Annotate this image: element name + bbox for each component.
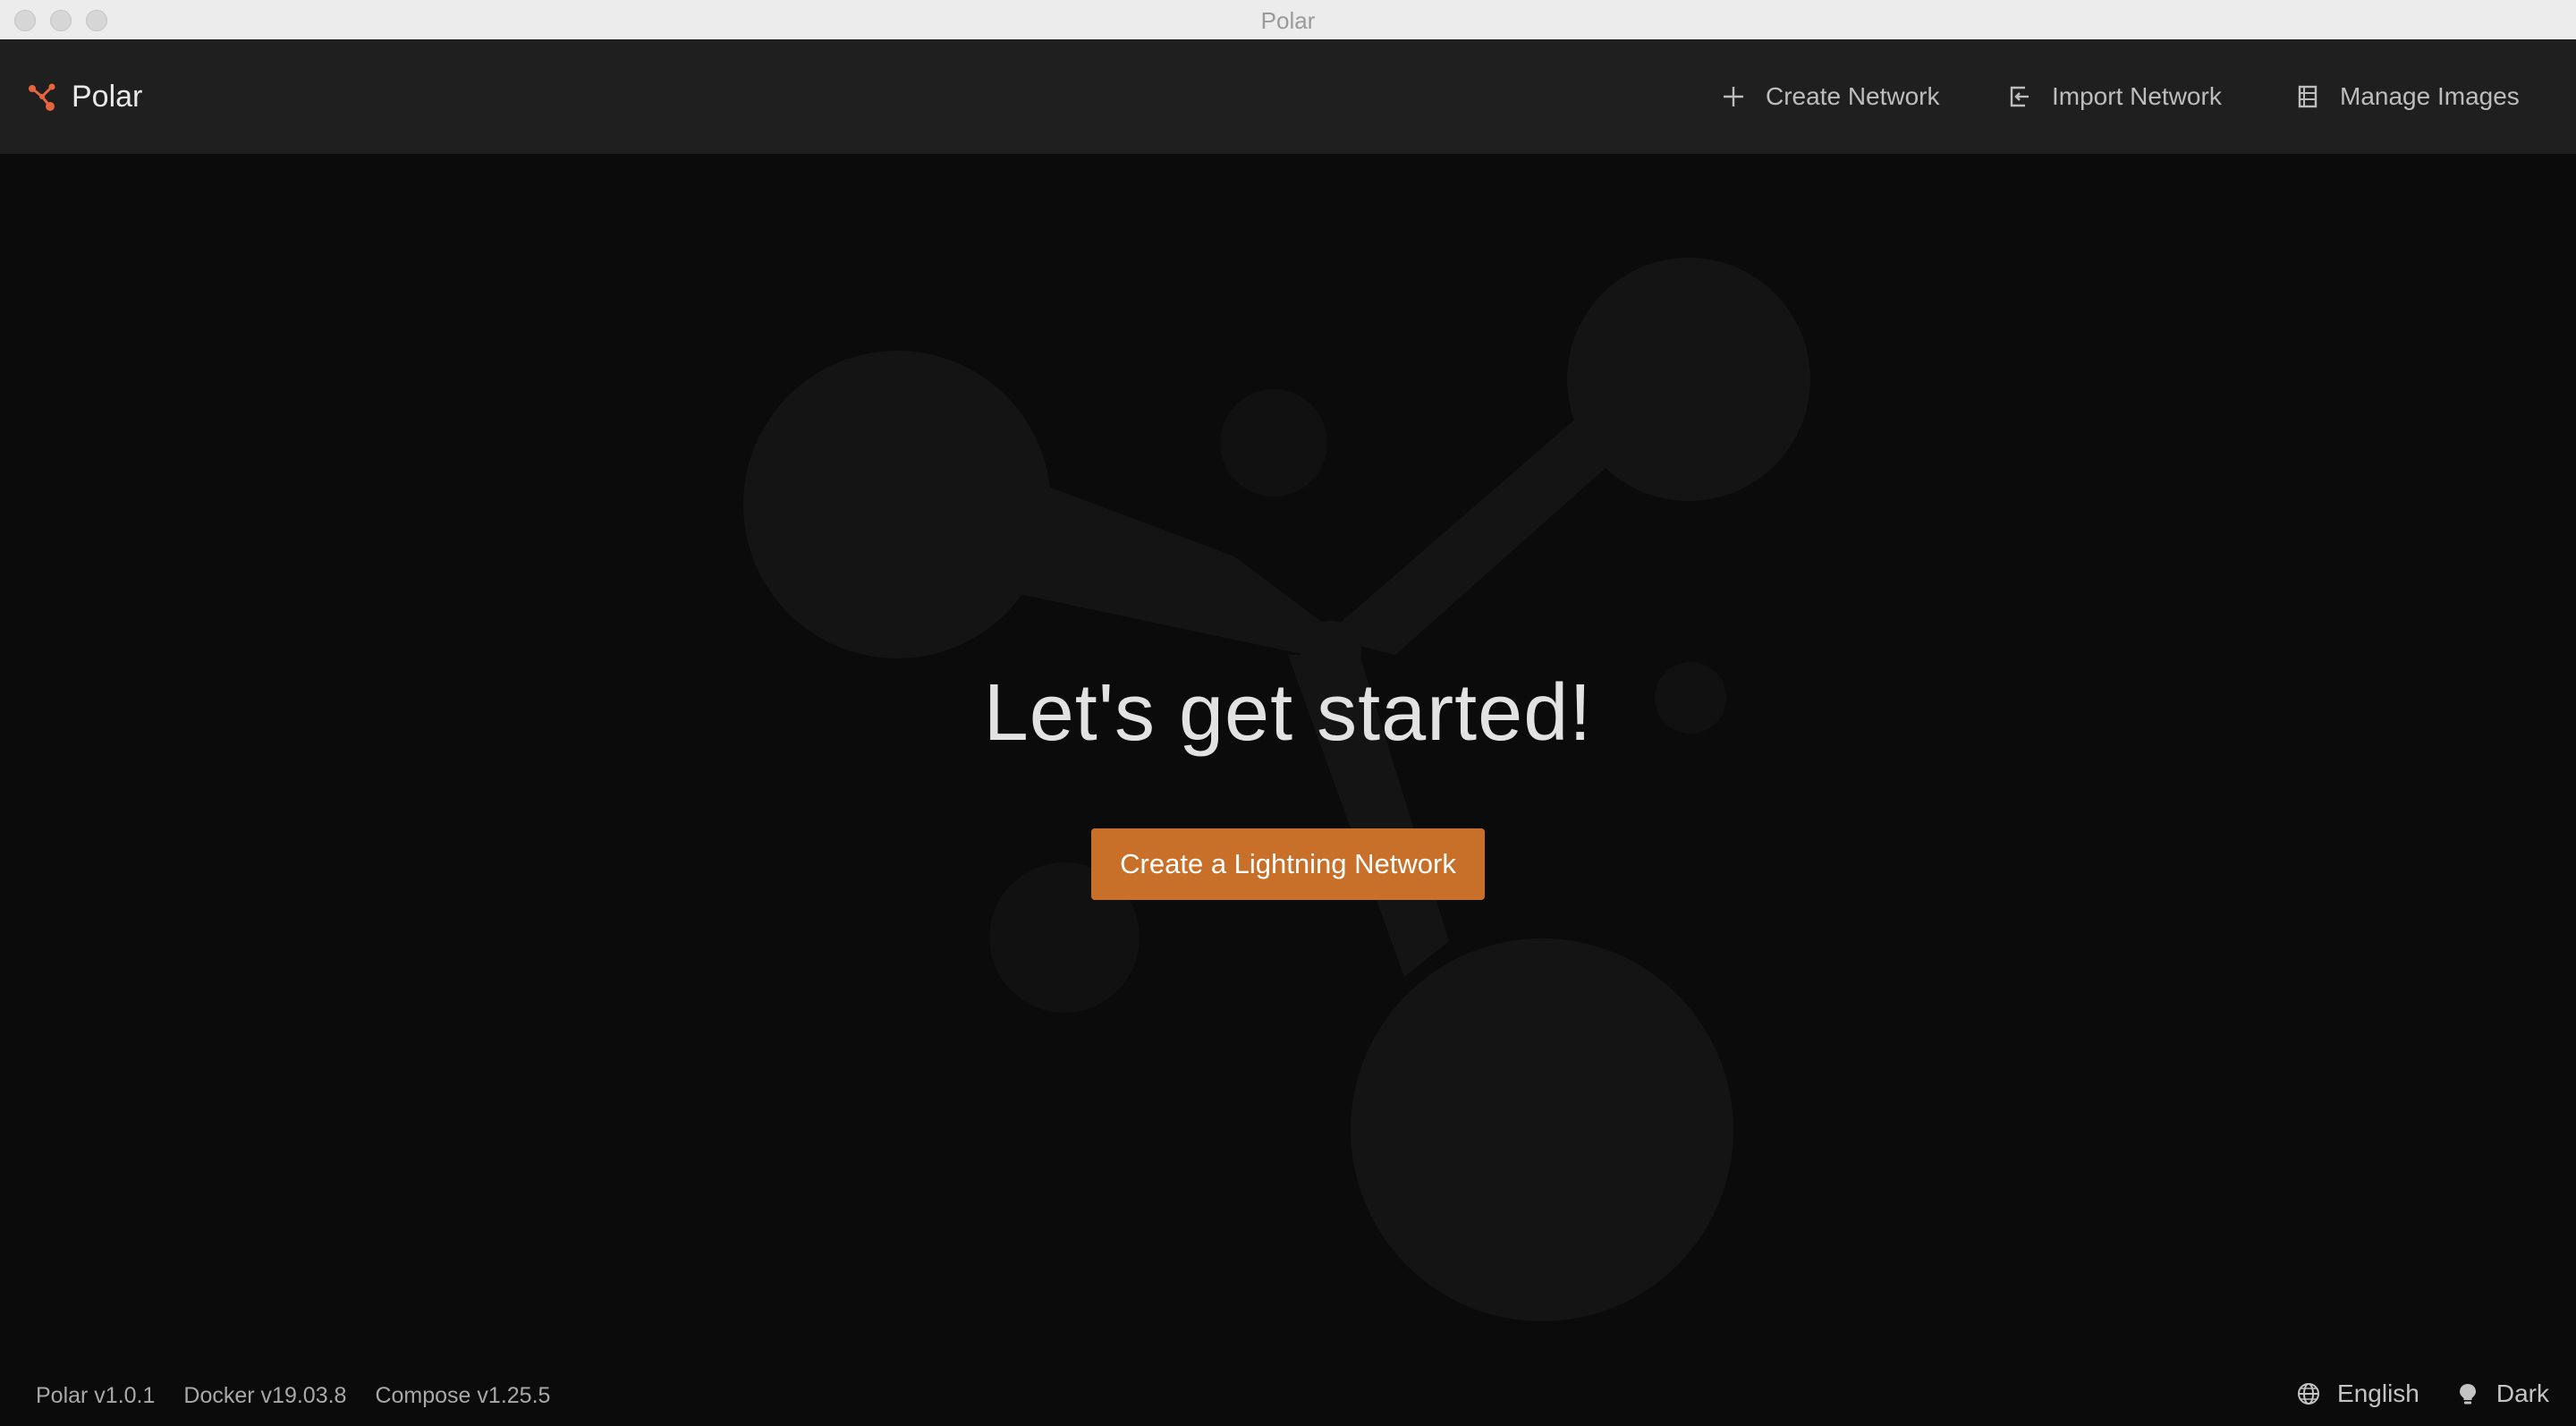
import-icon [2010, 86, 2029, 107]
version-info: Polar v1.0.1 Docker v19.03.8 Compose v1.… [36, 1383, 579, 1409]
globe-icon [2298, 1383, 2320, 1405]
language-selector[interactable]: English [2296, 1379, 2419, 1408]
title-bar: Polar [0, 0, 2576, 40]
app-window: Polar Polar Create Network Import Networ… [0, 0, 2576, 1426]
theme-label: Dark [2496, 1379, 2549, 1407]
lightbulb-icon [2459, 1384, 2476, 1405]
compose-version: Compose v1.25.5 [375, 1383, 551, 1408]
docker-version: Docker v19.03.8 [183, 1383, 347, 1408]
theme-toggle[interactable]: Dark [2455, 1379, 2549, 1408]
app-header: Polar Create Network Import Network Mana… [0, 39, 2576, 154]
manage-images-link[interactable]: Manage Images [2295, 75, 2520, 118]
page-heading: Let's get started! [983, 668, 1593, 758]
window-title: Polar [1260, 7, 1316, 34]
import-network-link[interactable]: Import Network [2007, 75, 2222, 118]
brand-name: Polar [72, 79, 143, 114]
manage-images-label: Manage Images [2340, 82, 2520, 110]
create-lightning-network-button[interactable]: Create a Lightning Network [1091, 828, 1485, 900]
create-network-link[interactable]: Create Network [1721, 75, 1940, 118]
create-network-label: Create Network [1766, 82, 1940, 110]
import-network-label: Import Network [2052, 82, 2222, 110]
footer-controls: English Dark [2296, 1379, 2549, 1408]
polar-version: Polar v1.0.1 [36, 1383, 156, 1408]
footer: Polar v1.0.1 Docker v19.03.8 Compose v1.… [0, 1369, 2576, 1426]
images-icon [2298, 85, 2318, 108]
polar-logo-icon [29, 83, 55, 111]
language-label: English [2337, 1379, 2419, 1407]
brand[interactable]: Polar [27, 75, 142, 118]
plus-icon [1724, 87, 1743, 106]
